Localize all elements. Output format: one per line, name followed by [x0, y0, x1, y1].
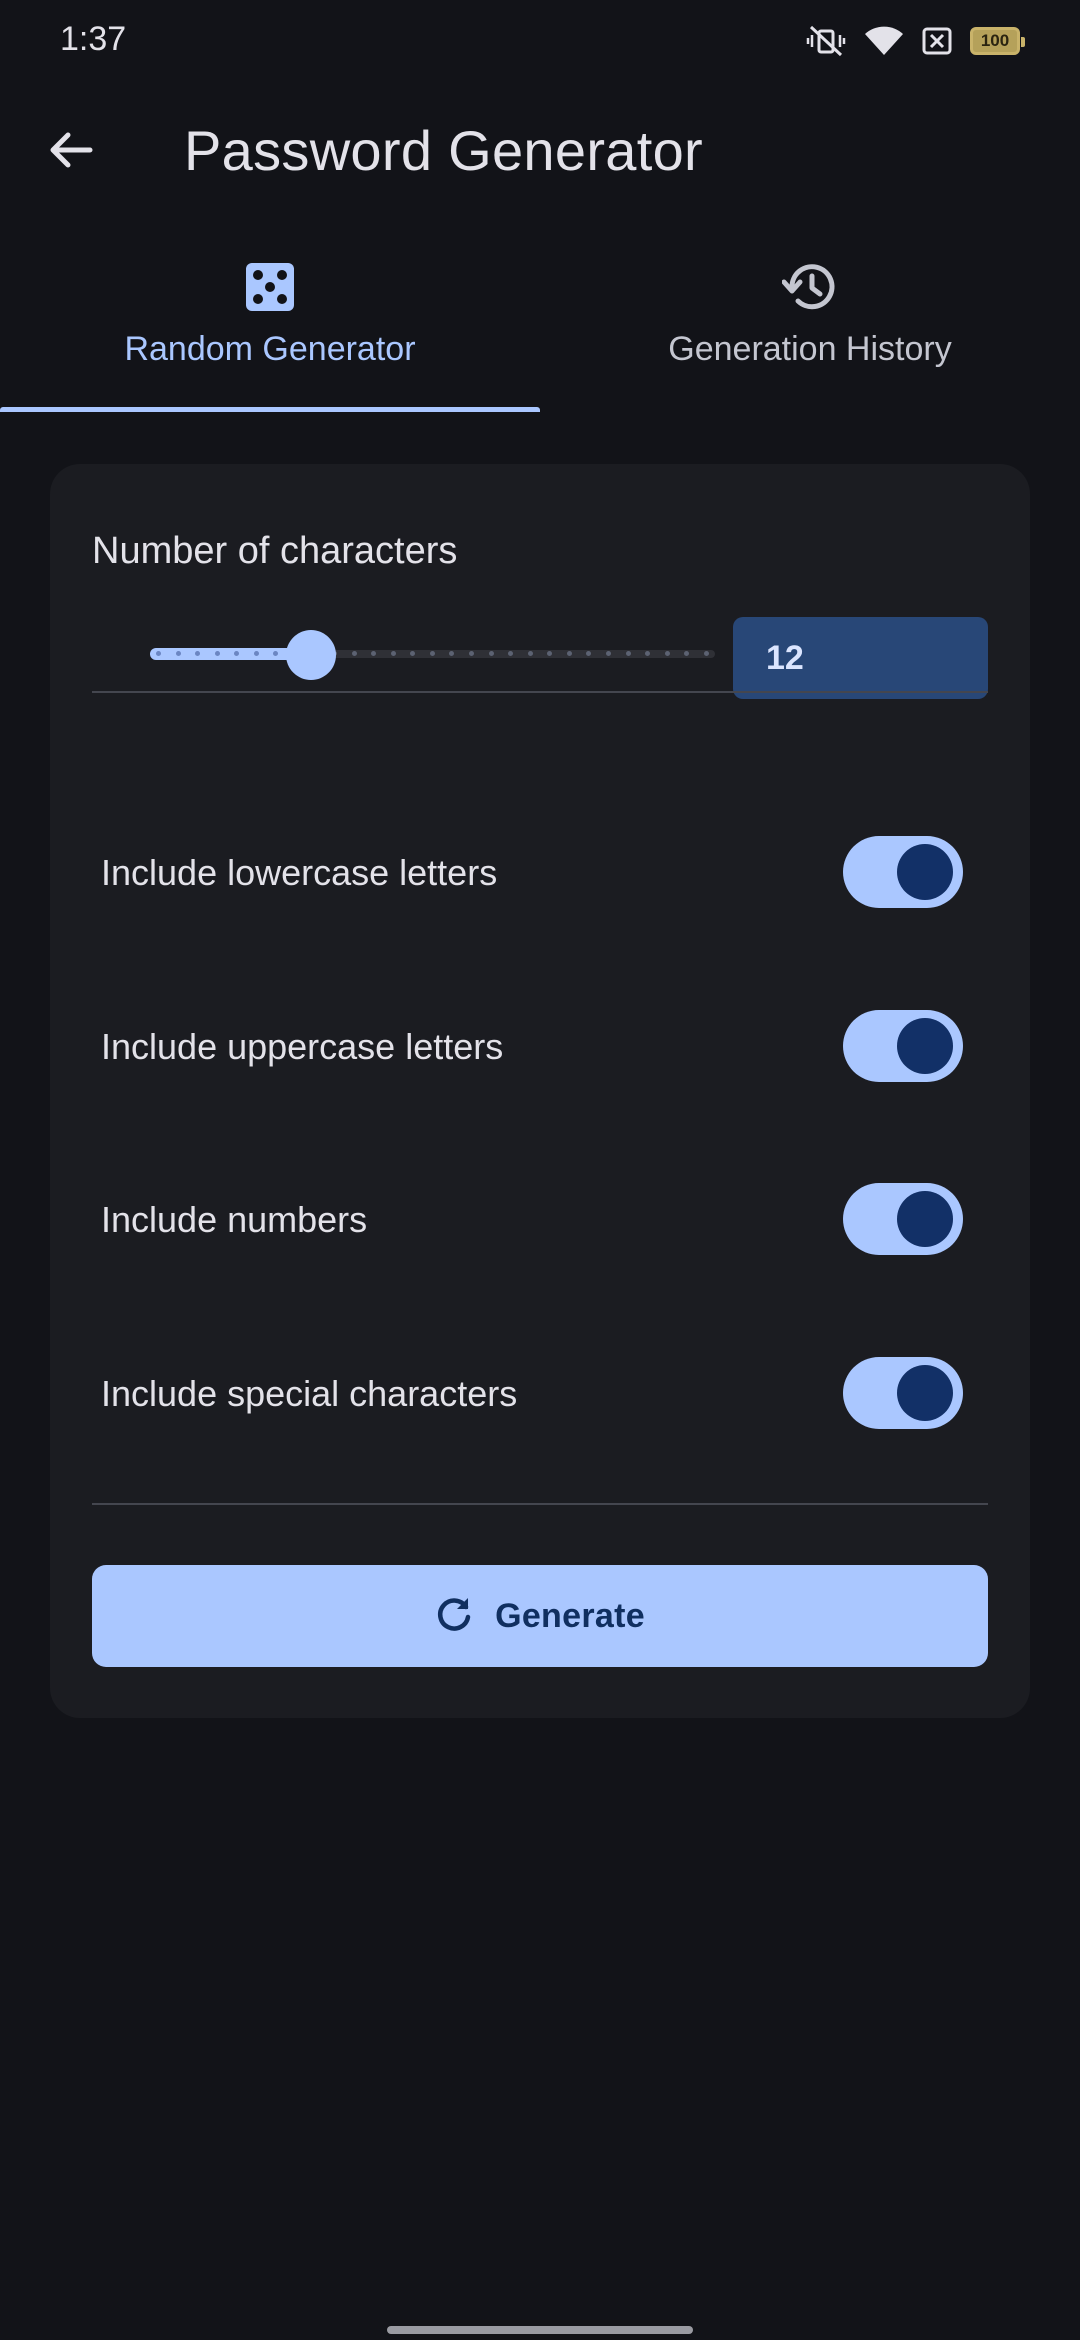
option-label: Include special characters	[101, 1373, 518, 1414]
app-bar: Password Generator	[0, 92, 1080, 212]
tab-indicator	[0, 407, 540, 412]
slider-tick	[273, 651, 279, 656]
length-title: Number of characters	[92, 530, 458, 572]
slider-tick	[469, 651, 474, 656]
option-uppercase: Include uppercase letters	[92, 996, 988, 1096]
tab-bar: Random Generator Generation History	[0, 240, 1080, 414]
switch-knob	[897, 1018, 953, 1074]
no-sim-icon	[922, 27, 952, 55]
arrow-back-icon	[46, 126, 94, 179]
tab-random-generator[interactable]: Random Generator	[0, 240, 540, 414]
slider-tick	[527, 651, 533, 656]
slider-tick	[488, 651, 494, 656]
status-time: 1:37	[60, 20, 127, 58]
slider-thumb[interactable]	[286, 630, 337, 680]
wifi-icon	[864, 25, 904, 57]
slider-tick	[195, 651, 201, 656]
switch-knob	[897, 844, 953, 900]
slider-tick	[371, 651, 377, 656]
status-icons: 100	[806, 22, 1025, 60]
length-slider[interactable]	[150, 630, 715, 680]
slider-tick	[664, 651, 670, 656]
option-numbers: Include numbers	[92, 1169, 988, 1269]
slider-ticks	[156, 651, 709, 657]
slider-tick	[253, 651, 259, 656]
slider-tick	[175, 651, 181, 656]
tab-generation-history[interactable]: Generation History	[540, 240, 1080, 414]
dice-icon	[243, 260, 297, 319]
battery-level: 100	[980, 31, 1010, 50]
refresh-icon	[435, 1595, 473, 1638]
slider-tick	[703, 651, 709, 656]
switch-knob	[897, 1191, 953, 1247]
status-bar: 1:37 100	[0, 0, 1080, 80]
slider-tick	[605, 651, 611, 656]
generator-card: Number of characters Include lowercase l…	[50, 464, 1030, 1718]
generate-label: Generate	[495, 1596, 645, 1635]
generate-button[interactable]: Generate	[92, 1565, 988, 1667]
switch-knob	[897, 1365, 953, 1421]
length-input[interactable]	[733, 617, 988, 699]
divider	[92, 1503, 988, 1505]
option-lowercase: Include lowercase letters	[92, 822, 988, 922]
slider-tick	[351, 651, 357, 656]
option-label: Include lowercase letters	[101, 852, 498, 893]
page-title: Password Generator	[184, 119, 703, 182]
screen: 1:37 100 Password Generator Random Gener…	[0, 0, 1080, 2340]
back-button[interactable]	[30, 112, 110, 192]
slider-tick	[645, 651, 651, 656]
slider-tick	[566, 651, 572, 656]
option-label: Include uppercase letters	[101, 1026, 504, 1067]
home-indicator	[387, 2326, 693, 2334]
uppercase-switch[interactable]	[843, 1010, 963, 1082]
slider-tick	[234, 651, 240, 656]
slider-tick	[449, 651, 455, 656]
slider-tick	[390, 651, 396, 656]
tab-label: Random Generator	[124, 330, 416, 368]
divider	[92, 691, 988, 693]
slider-tick	[508, 651, 514, 656]
option-special: Include special characters	[92, 1343, 988, 1443]
slider-tick	[410, 651, 416, 656]
slider-tick	[547, 651, 553, 656]
tab-label: Generation History	[668, 330, 952, 368]
option-label: Include numbers	[101, 1199, 368, 1240]
history-icon	[781, 260, 838, 319]
numbers-switch[interactable]	[843, 1183, 963, 1255]
slider-tick	[586, 651, 592, 656]
slider-tick	[684, 651, 690, 656]
lowercase-switch[interactable]	[843, 836, 963, 908]
slider-tick	[214, 651, 220, 656]
special-switch[interactable]	[843, 1357, 963, 1429]
slider-tick	[625, 651, 631, 656]
vibrate-off-icon	[806, 24, 846, 58]
battery-icon: 100	[970, 27, 1025, 55]
slider-tick	[429, 651, 435, 656]
length-field[interactable]	[733, 617, 988, 699]
slider-tick	[156, 651, 161, 656]
